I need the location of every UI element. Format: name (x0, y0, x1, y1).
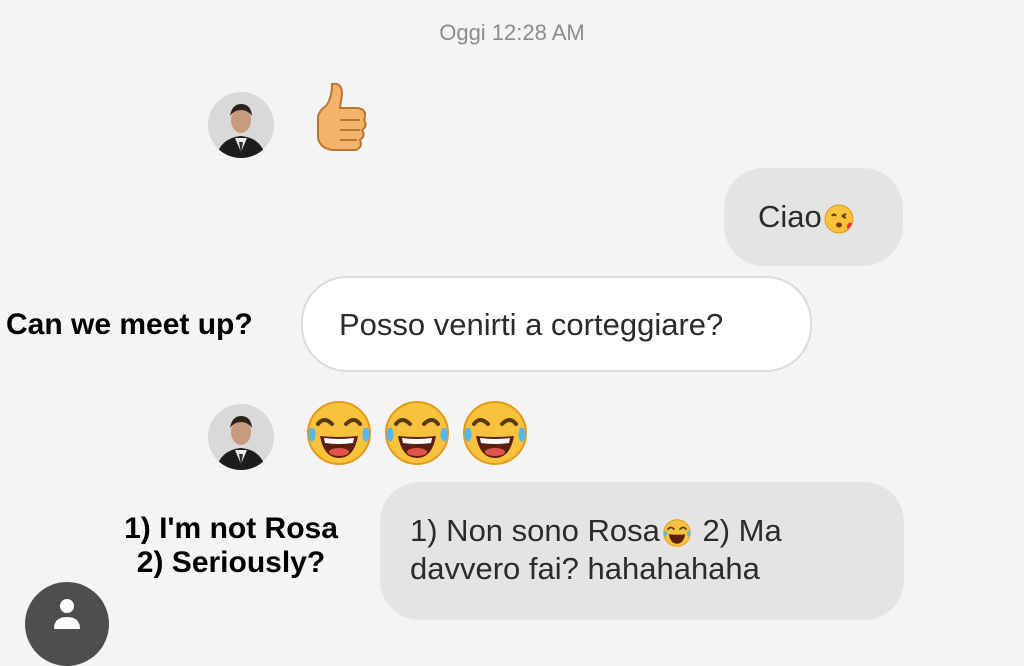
tears-of-joy-icon (663, 519, 691, 547)
incoming-message-bubble[interactable]: Posso venirti a corteggiare? (301, 276, 812, 372)
thumbs-up-icon (317, 82, 367, 151)
caption-line: 2) Seriously? (136, 546, 326, 579)
profile-button[interactable] (25, 582, 109, 666)
message-timestamp: Oggi 12:28 AM (439, 20, 585, 45)
tears-of-joy-icon (385, 401, 449, 465)
translation-caption-meet-up: Can we meet up? (6, 308, 253, 341)
tears-of-joy-icon (463, 401, 527, 465)
thumbs-up-message[interactable] (312, 80, 370, 156)
message-text: Ciao (758, 199, 822, 234)
outgoing-message-bubble[interactable]: 1) Non sono Rosa 2) Ma davvero fai? haha… (380, 482, 904, 620)
message-text: Posso venirti a corteggiare? (339, 307, 724, 342)
tears-of-joy-icon (307, 401, 371, 465)
message-text: 1) Non sono Rosa (410, 513, 660, 548)
translation-caption-rosa: 1) I'm not Rosa 2) Seriously? (100, 512, 362, 580)
outgoing-message-bubble[interactable]: Ciao (724, 168, 903, 266)
contact-avatar[interactable] (208, 92, 274, 158)
user-icon (54, 599, 80, 629)
caption-line: 1) I'm not Rosa (124, 512, 338, 545)
contact-avatar[interactable] (208, 404, 274, 470)
kissing-face-icon (824, 204, 854, 234)
laughing-emoji-message[interactable] (304, 398, 530, 468)
